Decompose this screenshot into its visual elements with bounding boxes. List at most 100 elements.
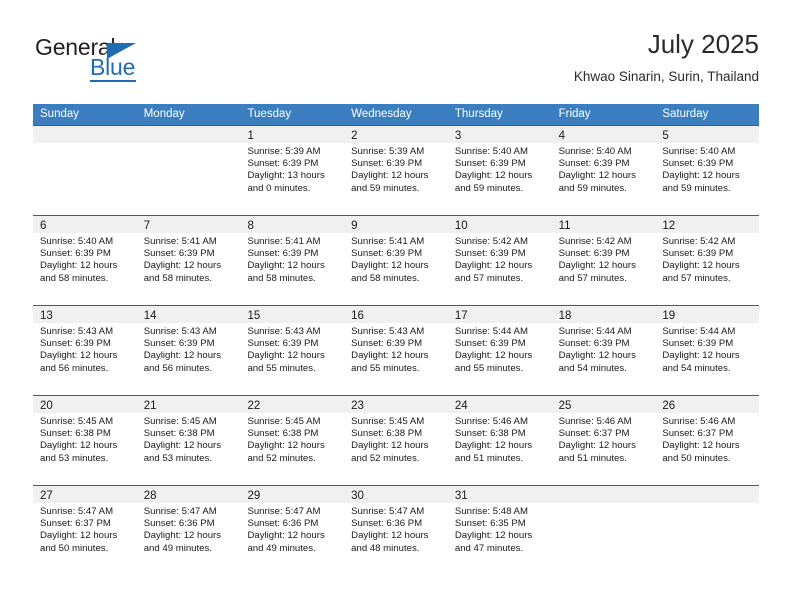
- day-details: Sunrise: 5:43 AM Sunset: 6:39 PM Dayligh…: [344, 323, 448, 375]
- day-cell[interactable]: 7 Sunrise: 5:41 AM Sunset: 6:39 PM Dayli…: [136, 216, 241, 305]
- day-number-bar: 31: [447, 486, 552, 503]
- day-details: Sunrise: 5:45 AM Sunset: 6:38 PM Dayligh…: [137, 413, 241, 465]
- daylight-text-line2: and 59 minutes.: [558, 182, 627, 194]
- day-number-bar: 6: [33, 216, 137, 233]
- daylight-text-line1: Daylight: 12 hours: [558, 350, 636, 362]
- day-cell[interactable]: 5 Sunrise: 5:40 AM Sunset: 6:39 PM Dayli…: [655, 126, 760, 215]
- sunset-text: Sunset: 6:38 PM: [247, 428, 319, 440]
- daylight-text-line2: and 47 minutes.: [454, 542, 524, 554]
- day-cell[interactable]: 12 Sunrise: 5:42 AM Sunset: 6:39 PM Dayl…: [655, 216, 760, 305]
- day-details: Sunrise: 5:44 AM Sunset: 6:39 PM Dayligh…: [655, 323, 759, 375]
- daylight-text-line2: and 50 minutes.: [40, 542, 109, 554]
- day-cell[interactable]: 18 Sunrise: 5:44 AM Sunset: 6:39 PM Dayl…: [551, 306, 656, 395]
- calendar-week-row: 13 Sunrise: 5:43 AM Sunset: 6:39 PM Dayl…: [33, 305, 760, 395]
- day-cell[interactable]: 4 Sunrise: 5:40 AM Sunset: 6:39 PM Dayli…: [551, 126, 656, 215]
- sunrise-text: Sunrise: 5:45 AM: [143, 416, 217, 427]
- day-cell[interactable]: 22 Sunrise: 5:45 AM Sunset: 6:38 PM Dayl…: [240, 396, 345, 485]
- daylight-text-line1: Daylight: 12 hours: [662, 350, 740, 362]
- day-cell[interactable]: 3 Sunrise: 5:40 AM Sunset: 6:39 PM Dayli…: [447, 126, 552, 215]
- day-details: Sunrise: 5:44 AM Sunset: 6:39 PM Dayligh…: [448, 323, 552, 375]
- day-details: Sunrise: 5:39 AM Sunset: 6:39 PM Dayligh…: [344, 143, 448, 195]
- sunset-text: Sunset: 6:38 PM: [454, 428, 526, 440]
- day-cell[interactable]: 20 Sunrise: 5:45 AM Sunset: 6:38 PM Dayl…: [33, 396, 137, 485]
- daylight-text-line1: Daylight: 12 hours: [247, 440, 325, 452]
- day-cell[interactable]: 30 Sunrise: 5:47 AM Sunset: 6:36 PM Dayl…: [344, 486, 448, 575]
- day-number: 3: [454, 130, 462, 142]
- sunrise-text: Sunrise: 5:47 AM: [143, 506, 217, 517]
- daylight-text-line1: Daylight: 12 hours: [143, 530, 222, 542]
- daylight-text-line2: and 59 minutes.: [351, 182, 420, 194]
- sunrise-text: Sunrise: 5:44 AM: [454, 326, 528, 337]
- day-number-bar: [33, 126, 137, 143]
- day-number: 20: [40, 400, 53, 412]
- sunrise-text: Sunrise: 5:41 AM: [143, 236, 217, 247]
- day-cell[interactable]: 2 Sunrise: 5:39 AM Sunset: 6:39 PM Dayli…: [344, 126, 448, 215]
- day-cell[interactable]: 24 Sunrise: 5:46 AM Sunset: 6:38 PM Dayl…: [447, 396, 552, 485]
- day-number: 10: [454, 220, 468, 232]
- day-cell[interactable]: 16 Sunrise: 5:43 AM Sunset: 6:39 PM Dayl…: [344, 306, 448, 395]
- day-details: Sunrise: 5:43 AM Sunset: 6:39 PM Dayligh…: [240, 323, 344, 375]
- day-number: 18: [558, 310, 572, 322]
- day-cell[interactable]: 8 Sunrise: 5:41 AM Sunset: 6:39 PM Dayli…: [240, 216, 345, 305]
- sunrise-text: Sunrise: 5:46 AM: [558, 416, 632, 427]
- day-cell[interactable]: 13 Sunrise: 5:43 AM Sunset: 6:39 PM Dayl…: [33, 306, 137, 395]
- sunrise-text: Sunrise: 5:40 AM: [662, 146, 736, 157]
- day-number: 13: [40, 310, 53, 322]
- daylight-text-line2: and 52 minutes.: [351, 452, 420, 464]
- weekday-header-sunday: Sunday: [40, 108, 80, 120]
- day-details: Sunrise: 5:40 AM Sunset: 6:39 PM Dayligh…: [655, 143, 759, 195]
- daylight-text-line1: Daylight: 12 hours: [662, 260, 740, 272]
- general-blue-logo[interactable]: General Blue: [33, 34, 233, 86]
- day-cell[interactable]: 27 Sunrise: 5:47 AM Sunset: 6:37 PM Dayl…: [33, 486, 137, 575]
- day-cell[interactable]: 21 Sunrise: 5:45 AM Sunset: 6:38 PM Dayl…: [136, 396, 241, 485]
- day-cell: [655, 486, 760, 575]
- day-cell[interactable]: 23 Sunrise: 5:45 AM Sunset: 6:38 PM Dayl…: [344, 396, 448, 485]
- daylight-text-line1: Daylight: 12 hours: [662, 170, 740, 182]
- daylight-text-line2: and 48 minutes.: [351, 542, 420, 554]
- daylight-text-line2: and 56 minutes.: [143, 362, 212, 374]
- day-cell[interactable]: 28 Sunrise: 5:47 AM Sunset: 6:36 PM Dayl…: [136, 486, 241, 575]
- sunrise-text: Sunrise: 5:44 AM: [558, 326, 632, 337]
- day-cell[interactable]: 26 Sunrise: 5:46 AM Sunset: 6:37 PM Dayl…: [655, 396, 760, 485]
- day-number-bar: 27: [33, 486, 137, 503]
- sunrise-text: Sunrise: 5:43 AM: [143, 326, 217, 337]
- page-title: July 2025: [647, 29, 759, 59]
- day-cell[interactable]: 15 Sunrise: 5:43 AM Sunset: 6:39 PM Dayl…: [240, 306, 345, 395]
- day-cell: [136, 126, 241, 215]
- day-number: 12: [662, 220, 676, 232]
- day-cell[interactable]: 10 Sunrise: 5:42 AM Sunset: 6:39 PM Dayl…: [447, 216, 552, 305]
- day-cell[interactable]: 14 Sunrise: 5:43 AM Sunset: 6:39 PM Dayl…: [136, 306, 241, 395]
- sunset-text: Sunset: 6:38 PM: [40, 428, 111, 440]
- day-number-bar: 15: [240, 306, 345, 323]
- day-number: 16: [351, 310, 364, 322]
- daylight-text-line2: and 49 minutes.: [247, 542, 316, 554]
- sunset-text: Sunset: 6:39 PM: [40, 338, 111, 350]
- day-cell[interactable]: 31 Sunrise: 5:48 AM Sunset: 6:35 PM Dayl…: [447, 486, 552, 575]
- day-number: 4: [558, 130, 565, 142]
- day-cell[interactable]: 19 Sunrise: 5:44 AM Sunset: 6:39 PM Dayl…: [655, 306, 760, 395]
- daylight-text-line2: and 52 minutes.: [247, 452, 316, 464]
- daylight-text-line2: and 55 minutes.: [247, 362, 316, 374]
- day-number-bar: 20: [33, 396, 137, 413]
- daylight-text-line2: and 59 minutes.: [454, 182, 524, 194]
- sunset-text: Sunset: 6:38 PM: [351, 428, 423, 440]
- day-cell[interactable]: 11 Sunrise: 5:42 AM Sunset: 6:39 PM Dayl…: [551, 216, 656, 305]
- daylight-text-line1: Daylight: 12 hours: [247, 530, 325, 542]
- day-details: Sunrise: 5:40 AM Sunset: 6:39 PM Dayligh…: [448, 143, 552, 195]
- day-cell[interactable]: 6 Sunrise: 5:40 AM Sunset: 6:39 PM Dayli…: [33, 216, 137, 305]
- day-number-bar: 24: [447, 396, 552, 413]
- day-details: Sunrise: 5:45 AM Sunset: 6:38 PM Dayligh…: [33, 413, 137, 465]
- day-number: 29: [247, 490, 261, 502]
- sunrise-text: Sunrise: 5:39 AM: [351, 146, 425, 157]
- day-cell[interactable]: 25 Sunrise: 5:46 AM Sunset: 6:37 PM Dayl…: [551, 396, 656, 485]
- calendar-grid: Sunday Monday Tuesday Wednesday Thursday…: [33, 104, 760, 575]
- day-cell[interactable]: 29 Sunrise: 5:47 AM Sunset: 6:36 PM Dayl…: [240, 486, 345, 575]
- day-cell[interactable]: 17 Sunrise: 5:44 AM Sunset: 6:39 PM Dayl…: [447, 306, 552, 395]
- sunset-text: Sunset: 6:37 PM: [558, 428, 630, 440]
- day-cell[interactable]: 1 Sunrise: 5:39 AM Sunset: 6:39 PM Dayli…: [240, 126, 345, 215]
- sunrise-text: Sunrise: 5:43 AM: [247, 326, 321, 337]
- day-cell[interactable]: 9 Sunrise: 5:41 AM Sunset: 6:39 PM Dayli…: [344, 216, 448, 305]
- calendar-week-row: 27 Sunrise: 5:47 AM Sunset: 6:37 PM Dayl…: [33, 485, 760, 575]
- sunset-text: Sunset: 6:39 PM: [662, 248, 734, 260]
- day-number-bar: 9: [344, 216, 448, 233]
